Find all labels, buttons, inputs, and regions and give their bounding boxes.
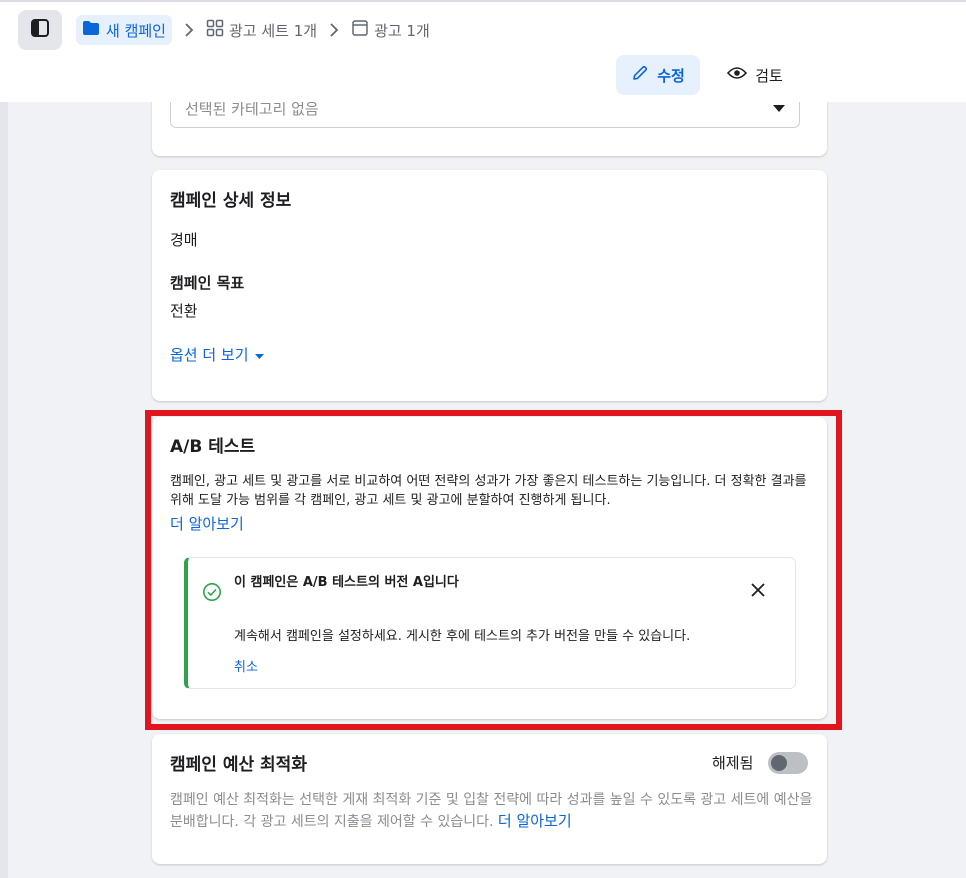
campaign-objective-label: 캠페인 목표 <box>170 274 245 292</box>
breadcrumb: 새 캠페인 광고 세트 1개 광고 1개 <box>76 14 430 46</box>
left-rail <box>0 0 8 878</box>
budget-optimization-description-text: 캠페인 예산 최적화는 선택한 게재 최적화 기준 및 입찰 전략에 따라 성과… <box>170 792 813 830</box>
ab-test-notice-body: 계속해서 캠페인을 설정하세요. 게시한 후에 테스트의 추가 버전을 만들 수… <box>234 629 691 644</box>
close-icon[interactable] <box>750 582 766 602</box>
ad-icon <box>351 19 369 41</box>
breadcrumb-ad-label: 광고 1개 <box>374 21 430 40</box>
check-circle-icon <box>202 582 222 606</box>
pencil-icon <box>631 64 649 86</box>
breadcrumb-adset-label: 광고 세트 1개 <box>228 21 318 40</box>
edit-button[interactable]: 수정 <box>616 55 700 95</box>
campaign-details-card: 캠페인 상세 정보 경매 캠페인 목표 전환 옵션 더 보기 <box>152 170 827 401</box>
breadcrumb-adset[interactable]: 광고 세트 1개 <box>206 15 317 45</box>
breadcrumb-ad[interactable]: 광고 1개 <box>351 15 430 45</box>
budget-optimization-card: 캠페인 예산 최적화 해제됨 캠페인 예산 최적화는 선택한 게재 최적화 기준… <box>152 734 827 864</box>
budget-optimization-description: 캠페인 예산 최적화는 선택한 게재 최적화 기준 및 입찰 전략에 따라 성과… <box>170 790 820 833</box>
ab-test-description: 캠페인, 광고 세트 및 광고를 서로 비교하여 어떤 전략의 성과가 가장 좋… <box>170 474 807 508</box>
ab-test-title: A/B 테스트 <box>170 437 256 457</box>
caret-down-icon <box>254 346 264 364</box>
campaign-details-title: 캠페인 상세 정보 <box>170 191 292 211</box>
breadcrumb-campaign-label: 새 캠페인 <box>106 21 166 40</box>
ab-test-card: A/B 테스트 캠페인, 광고 세트 및 광고를 서로 비교하여 어떤 전략의 … <box>152 417 827 719</box>
ab-test-cancel-link[interactable]: 취소 <box>234 656 258 675</box>
grid-icon <box>206 19 224 41</box>
review-button[interactable]: 검토 <box>712 55 798 95</box>
campaign-objective-value: 전환 <box>170 302 198 320</box>
budget-optimization-learn-more-link[interactable]: 더 알아보기 <box>498 812 572 830</box>
folder-icon <box>82 20 100 40</box>
top-bar: 새 캠페인 광고 세트 1개 광고 1개 수정 검토 <box>0 0 966 102</box>
more-options-label: 옵션 더 보기 <box>170 346 249 364</box>
more-options-link[interactable]: 옵션 더 보기 <box>170 344 264 365</box>
chevron-right-icon <box>329 23 339 37</box>
budget-optimization-title: 캠페인 예산 최적화 <box>170 755 307 775</box>
sidebar-toggle-button[interactable] <box>18 10 62 50</box>
sidebar-panel-icon <box>30 18 50 42</box>
ab-test-learn-more-link[interactable]: 더 알아보기 <box>170 513 244 534</box>
breadcrumb-campaign[interactable]: 새 캠페인 <box>76 15 172 45</box>
buying-type-value: 경매 <box>170 231 198 249</box>
review-label: 검토 <box>755 66 783 85</box>
chevron-right-icon <box>184 23 194 37</box>
ab-test-notice: 이 캠페인은 A/B 테스트의 버전 A입니다 계속해서 캠페인을 설정하세요.… <box>184 557 796 689</box>
toggle-knob <box>771 755 787 771</box>
eye-icon <box>727 66 748 84</box>
budget-optimization-toggle[interactable] <box>768 752 808 774</box>
ab-test-notice-title: 이 캠페인은 A/B 테스트의 버전 A입니다 <box>234 575 459 590</box>
edit-label: 수정 <box>657 66 685 85</box>
budget-optimization-status: 해제됨 <box>712 754 754 772</box>
